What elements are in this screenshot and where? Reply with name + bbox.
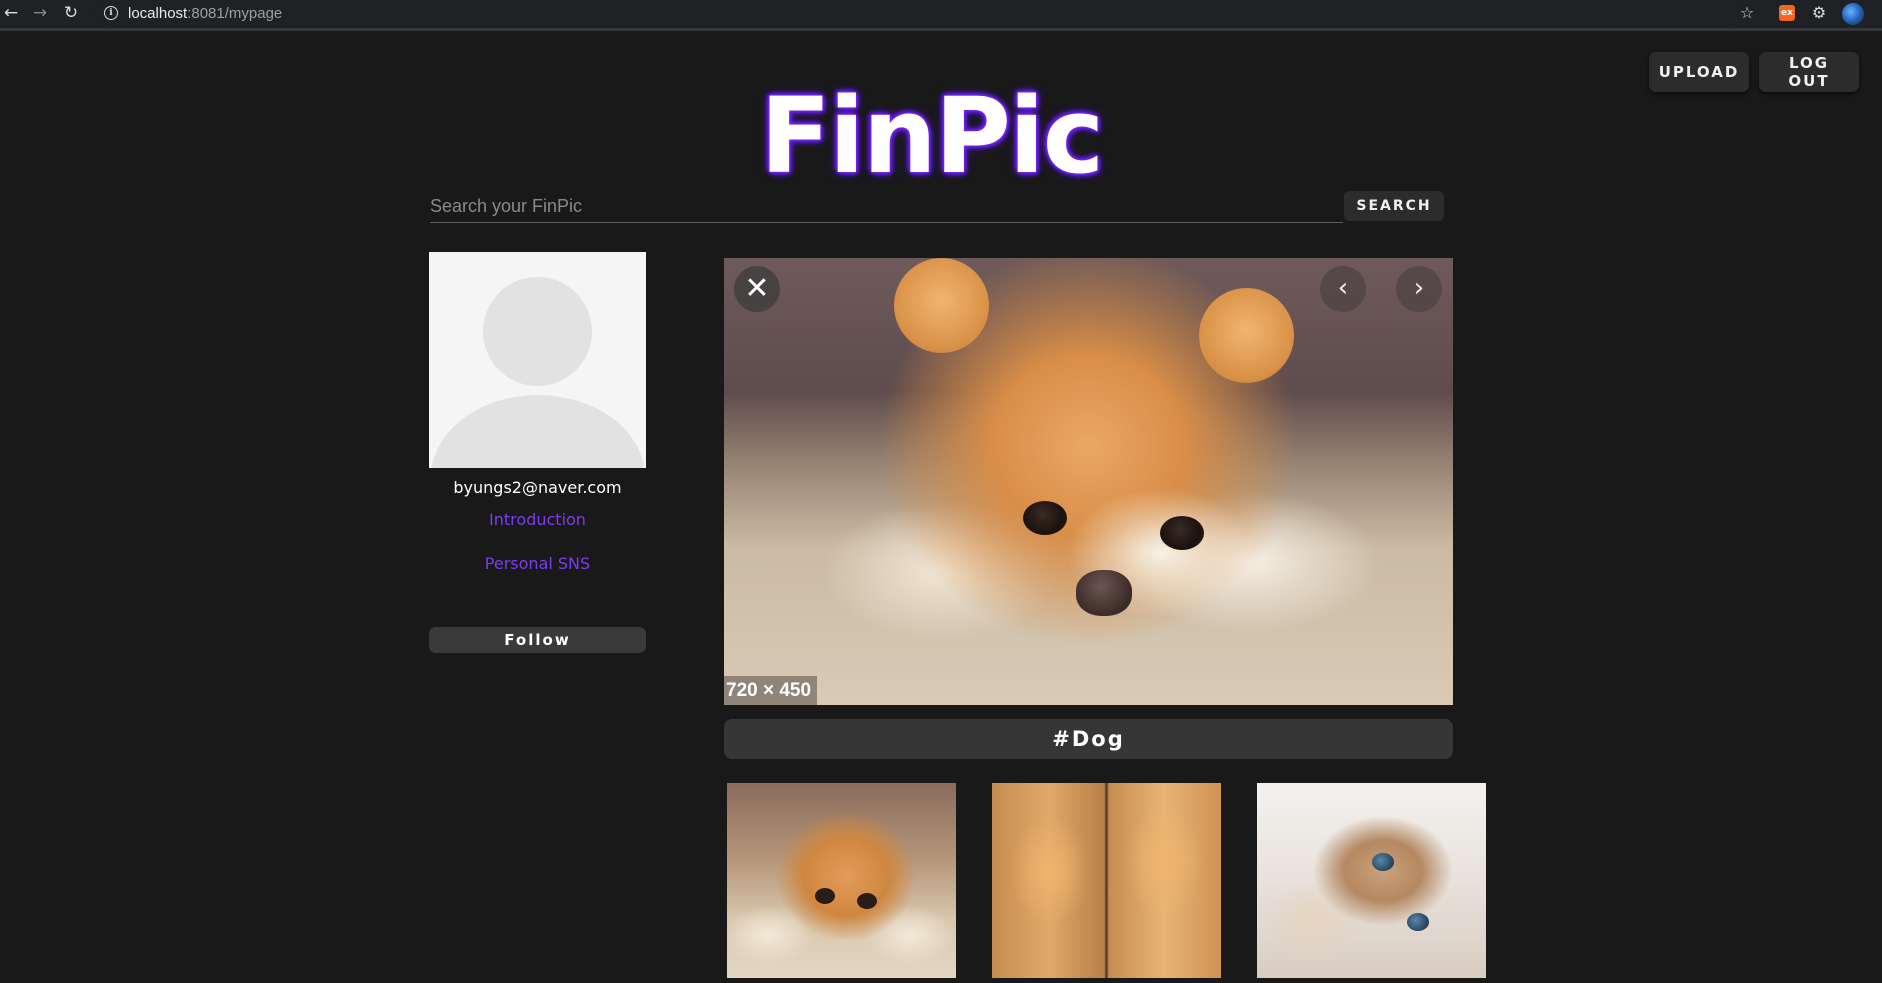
address-bar[interactable]: i localhost:8081/mypage: [95, 1, 1745, 25]
follow-button[interactable]: Follow: [429, 627, 646, 653]
extensions-puzzle-icon[interactable]: ⚙: [1809, 3, 1829, 23]
site-info-icon[interactable]: i: [104, 6, 118, 20]
avatar-body-shape: [431, 395, 645, 468]
search-bar: [430, 192, 1343, 223]
back-arrow-icon[interactable]: ←: [0, 2, 22, 24]
logout-button[interactable]: LOG OUT: [1759, 52, 1859, 92]
extension-badge-icon[interactable]: ex: [1779, 5, 1795, 21]
finpic-logo[interactable]: FinPic: [760, 75, 1140, 197]
profile-avatar: [429, 252, 646, 468]
search-input[interactable]: [430, 192, 1343, 220]
dog-ear-right: [1199, 288, 1294, 383]
personal-sns-link[interactable]: Personal SNS: [429, 554, 646, 573]
dog-eye-left: [1023, 501, 1067, 535]
previous-arrow-icon[interactable]: ‹: [1320, 266, 1366, 312]
dog-ear-left: [894, 258, 989, 353]
thumbnail-cats[interactable]: [992, 783, 1221, 978]
forward-arrow-icon[interactable]: →: [29, 2, 51, 24]
avatar-head-shape: [483, 277, 592, 386]
reload-icon[interactable]: ↻: [60, 2, 82, 24]
thumb-kitten-eye-right: [1407, 913, 1429, 931]
next-arrow-icon[interactable]: ›: [1396, 266, 1442, 312]
dog-nose: [1076, 570, 1132, 616]
introduction-link[interactable]: Introduction: [429, 510, 646, 529]
close-icon[interactable]: ✕: [734, 266, 780, 312]
thumb-dog-eye-left: [815, 888, 835, 904]
bookmark-star-icon[interactable]: ☆: [1737, 3, 1757, 23]
upload-button[interactable]: UPLOAD: [1649, 52, 1749, 92]
image-viewer: ✕ ‹ › 720 × 450: [724, 258, 1453, 705]
browser-toolbar: ← → ↻ i localhost:8081/mypage ☆ ex ⚙: [0, 0, 1882, 31]
image-dimensions-badge: 720 × 450: [724, 676, 818, 705]
thumbnail-kitten[interactable]: [1257, 783, 1486, 978]
image-tag[interactable]: #Dog: [724, 719, 1453, 759]
browser-profile-avatar[interactable]: [1842, 3, 1864, 25]
address-url: localhost:8081/mypage: [128, 5, 283, 22]
profile-email: byungs2@naver.com: [453, 478, 622, 497]
dog-eye-right: [1160, 516, 1204, 550]
thumbnail-dog[interactable]: [727, 783, 956, 978]
thumb-kitten-eye-left: [1372, 853, 1394, 871]
search-button[interactable]: SEARCH: [1344, 191, 1444, 221]
thumb-dog-eye-right: [857, 893, 877, 909]
